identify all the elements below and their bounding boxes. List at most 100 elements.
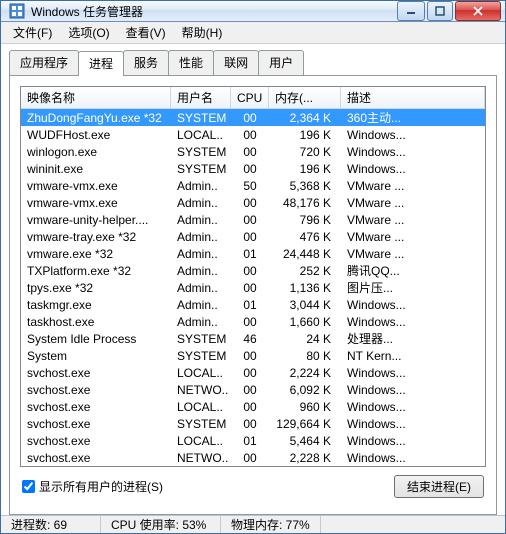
menubar: 文件(F) 选项(O) 查看(V) 帮助(H) [1, 22, 505, 44]
tab-4[interactable]: 联网 [213, 50, 259, 75]
menu-view[interactable]: 查看(V) [118, 22, 174, 43]
col-cpu[interactable]: CPU [231, 87, 269, 108]
cell-cpu: 00 [231, 400, 269, 414]
cell-mem: 2,364 K [269, 111, 341, 125]
col-description[interactable]: 描述 [341, 87, 485, 108]
show-all-users-checkbox[interactable]: 显示所有用户的进程(S) [22, 478, 163, 495]
table-row[interactable]: svchost.exeLOCAL..002,224 KWindows... [21, 364, 485, 381]
table-row[interactable]: vmware-vmx.exeAdmin..0048,176 KVMware ..… [21, 194, 485, 211]
cell-user: LOCAL.. [171, 128, 231, 142]
col-image-name[interactable]: 映像名称 [21, 87, 171, 108]
cell-user: SYSTEM [171, 332, 231, 346]
cell-mem: 196 K [269, 162, 341, 176]
cell-name: taskmgr.exe [21, 298, 171, 312]
cell-user: SYSTEM [171, 145, 231, 159]
table-row[interactable]: svchost.exeNETWO..006,092 KWindows... [21, 381, 485, 398]
cell-mem: 2,224 K [269, 366, 341, 380]
cell-cpu: 00 [231, 111, 269, 125]
cell-mem: 24 K [269, 332, 341, 346]
cell-mem: 252 K [269, 264, 341, 278]
cell-desc: Windows... [341, 400, 485, 414]
status-memory: 物理内存: 77% [221, 516, 321, 533]
menu-help[interactable]: 帮助(H) [174, 22, 231, 43]
show-all-input[interactable] [22, 480, 35, 493]
table-row[interactable]: TXPlatform.exe *32Admin..00252 K腾讯QQ... [21, 262, 485, 279]
tab-2[interactable]: 服务 [123, 50, 169, 75]
cell-user: Admin.. [171, 213, 231, 227]
cell-mem: 796 K [269, 213, 341, 227]
table-row[interactable]: vmware-unity-helper....Admin..00796 KVMw… [21, 211, 485, 228]
table-row[interactable]: WUDFHost.exeLOCAL..00196 KWindows... [21, 126, 485, 143]
tab-0[interactable]: 应用程序 [9, 50, 79, 75]
tabstrip: 应用程序进程服务性能联网用户 [9, 50, 497, 75]
cell-name: svchost.exe [21, 417, 171, 431]
table-row[interactable]: winlogon.exeSYSTEM00720 KWindows... [21, 143, 485, 160]
table-row[interactable]: vmware-vmx.exeAdmin..505,368 KVMware ... [21, 177, 485, 194]
cell-mem: 129,664 K [269, 417, 341, 431]
cell-desc: VMware ... [341, 196, 485, 210]
tab-3[interactable]: 性能 [168, 50, 214, 75]
cell-mem: 80 K [269, 349, 341, 363]
list-body[interactable]: ZhuDongFangYu.exe *32SYSTEM002,364 K360主… [21, 109, 485, 466]
table-row[interactable]: System Idle ProcessSYSTEM4624 K处理器... [21, 330, 485, 347]
cell-desc: VMware ... [341, 179, 485, 193]
status-processes: 进程数: 69 [1, 516, 101, 533]
cell-name: vmware-tray.exe *32 [21, 230, 171, 244]
maximize-icon [435, 6, 445, 16]
cell-cpu: 00 [231, 196, 269, 210]
close-icon [473, 6, 483, 16]
body-area: 应用程序进程服务性能联网用户 映像名称 用户名 CPU 内存(... 描述 Zh… [1, 44, 505, 515]
close-button[interactable] [455, 1, 501, 21]
end-process-button[interactable]: 结束进程(E) [394, 475, 484, 498]
cell-mem: 960 K [269, 400, 341, 414]
cell-user: Admin.. [171, 247, 231, 261]
table-row[interactable]: vmware-tray.exe *32Admin..00476 KVMware … [21, 228, 485, 245]
list-header: 映像名称 用户名 CPU 内存(... 描述 [21, 87, 485, 109]
tab-1[interactable]: 进程 [78, 51, 124, 76]
cell-desc: 处理器... [341, 330, 485, 347]
cell-mem: 3,044 K [269, 298, 341, 312]
cell-name: tpys.exe *32 [21, 281, 171, 295]
table-row[interactable]: SystemSYSTEM0080 KNT Kern... [21, 347, 485, 364]
cell-cpu: 00 [231, 451, 269, 465]
window-controls [395, 1, 501, 21]
tab-5[interactable]: 用户 [258, 50, 304, 75]
table-row[interactable]: tpys.exe *32Admin..001,136 K图片压... [21, 279, 485, 296]
cell-name: wininit.exe [21, 162, 171, 176]
table-row[interactable]: wininit.exeSYSTEM00196 KWindows... [21, 160, 485, 177]
table-row[interactable]: taskmgr.exeAdmin..013,044 KWindows... [21, 296, 485, 313]
cell-desc: NT Kern... [341, 349, 485, 363]
menu-file[interactable]: 文件(F) [5, 22, 60, 43]
cell-desc: Windows... [341, 383, 485, 397]
cell-desc: Windows... [341, 145, 485, 159]
cell-user: SYSTEM [171, 111, 231, 125]
titlebar[interactable]: Windows 任务管理器 [1, 1, 505, 22]
app-icon [9, 3, 25, 19]
cell-mem: 196 K [269, 128, 341, 142]
task-manager-window: Windows 任务管理器 文件(F) 选项(O) 查看(V) 帮助(H) 应用… [0, 0, 506, 534]
cell-cpu: 00 [231, 383, 269, 397]
table-row[interactable]: svchost.exeLOCAL..00960 KWindows... [21, 398, 485, 415]
col-memory[interactable]: 内存(... [269, 87, 341, 108]
col-user[interactable]: 用户名 [171, 87, 231, 108]
maximize-button[interactable] [427, 1, 453, 21]
table-row[interactable]: svchost.exeNETWO..002,228 KWindows... [21, 449, 485, 466]
cell-cpu: 50 [231, 179, 269, 193]
cell-cpu: 00 [231, 230, 269, 244]
statusbar: 进程数: 69 CPU 使用率: 53% 物理内存: 77% [1, 515, 505, 533]
table-row[interactable]: ZhuDongFangYu.exe *32SYSTEM002,364 K360主… [21, 109, 485, 126]
process-list: 映像名称 用户名 CPU 内存(... 描述 ZhuDongFangYu.exe… [20, 86, 486, 467]
cell-user: SYSTEM [171, 162, 231, 176]
cell-name: vmware-vmx.exe [21, 196, 171, 210]
cell-desc: VMware ... [341, 213, 485, 227]
cell-cpu: 00 [231, 128, 269, 142]
cell-desc: 腾讯QQ... [341, 262, 485, 279]
window-title: Windows 任务管理器 [31, 3, 395, 20]
minimize-button[interactable] [397, 1, 425, 21]
table-row[interactable]: svchost.exeLOCAL..015,464 KWindows... [21, 432, 485, 449]
table-row[interactable]: svchost.exeSYSTEM00129,664 KWindows... [21, 415, 485, 432]
table-row[interactable]: taskhost.exeAdmin..001,660 KWindows... [21, 313, 485, 330]
cell-name: vmware-unity-helper.... [21, 213, 171, 227]
menu-options[interactable]: 选项(O) [60, 22, 117, 43]
table-row[interactable]: vmware.exe *32Admin..0124,448 KVMware ..… [21, 245, 485, 262]
